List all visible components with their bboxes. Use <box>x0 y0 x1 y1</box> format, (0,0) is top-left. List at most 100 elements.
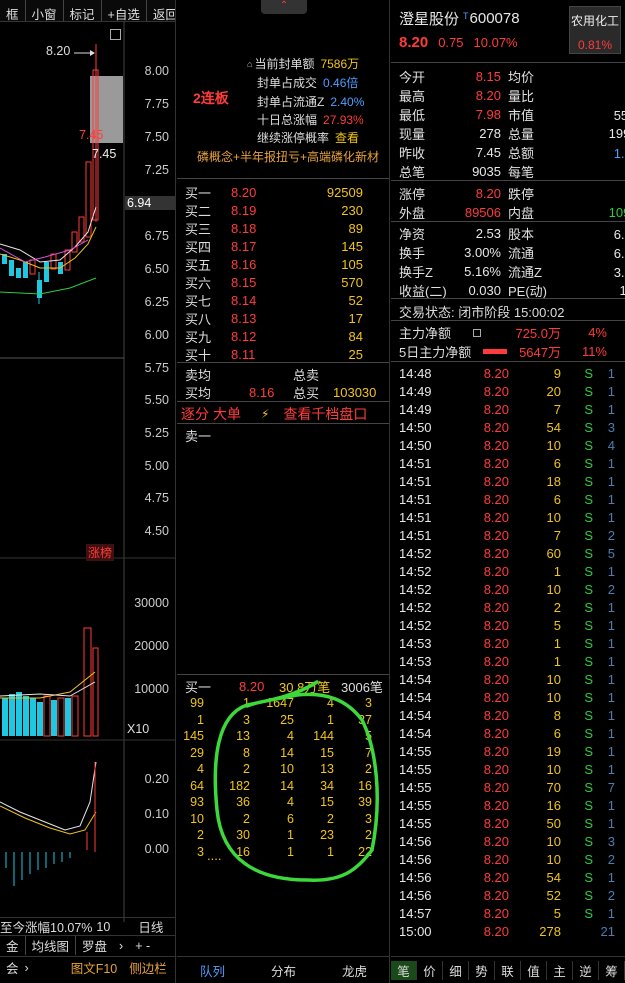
bid-row[interactable]: 买八 8.13 17 <box>185 309 363 328</box>
trade-volume: 10 <box>546 581 561 597</box>
bid-row[interactable]: 买九 8.12 84 <box>185 327 363 346</box>
collapse-up-icon[interactable]: ⌃ <box>261 0 307 14</box>
limit-up-badge[interactable]: 涨榜 <box>86 544 115 561</box>
quote-tab[interactable]: 筹 <box>599 960 625 980</box>
trade-volume: 7 <box>553 401 561 417</box>
quote-tab[interactable]: 逆 <box>573 960 599 980</box>
thousand-level-link[interactable]: 查看千档盘口 <box>283 404 367 424</box>
price-change-pct: 10.07% <box>473 35 518 50</box>
bid-row[interactable]: 买七 8.14 52 <box>185 291 363 310</box>
quote-tab[interactable]: 笔 <box>391 960 417 980</box>
trade-side: S <box>584 851 593 867</box>
quote-tab[interactable]: 细 <box>443 960 469 980</box>
trade-side: S <box>584 581 593 597</box>
quote-tab[interactable]: 价 <box>417 960 443 980</box>
bid-level-label: 买四 <box>185 240 212 255</box>
ten-day-row: 十日总涨幅 27.93% <box>257 111 364 128</box>
seal-ratio-value: 0.46倍 <box>323 76 359 90</box>
cont-prob-link[interactable]: 查看 <box>335 129 359 146</box>
trade-row: 14:50 8.20 54 S 3 <box>391 418 625 436</box>
trade-count: 21 <box>600 923 615 939</box>
tab-by-minute[interactable]: 逐分 <box>181 404 209 424</box>
stat-value: 55.5亿 <box>613 108 625 123</box>
tab-ma-chart[interactable]: 均线图 <box>24 936 76 955</box>
trade-count: 3 <box>607 419 615 435</box>
bid-row[interactable]: 买六 8.15 570 <box>185 273 363 292</box>
trade-row: 14:54 8.20 6 S 1 <box>391 724 625 742</box>
tab-distribution[interactable]: 分布 <box>271 961 296 980</box>
restore-icon[interactable] <box>110 29 121 40</box>
bid-volume: 145 <box>341 239 363 254</box>
total-ask-label: 总卖 <box>293 368 320 383</box>
bid-volume: 570 <box>341 275 363 290</box>
stat-item: 每笔 22.0 <box>508 162 625 181</box>
quote-bottom-tabs: 笔价细势联值主逆筹 <box>391 956 625 983</box>
trade-row: 14:55 8.20 50 S 1 <box>391 814 625 832</box>
bid-row[interactable]: 买二 8.19 230 <box>185 201 363 220</box>
quote-tab[interactable]: 联 <box>495 960 521 980</box>
tab-compass[interactable]: 罗盘 <box>75 936 113 955</box>
period-selector[interactable]: 日线 <box>138 917 163 936</box>
toolbar-add-watchlist[interactable]: +自选 <box>102 0 147 22</box>
trade-row: 14:52 8.20 5 S 1 <box>391 616 625 634</box>
chevron-right-icon[interactable]: › <box>25 961 29 975</box>
stat-item: 总笔 9035 <box>399 162 501 181</box>
bid-row[interactable]: 买四 8.17 145 <box>185 237 363 256</box>
trade-side: S <box>584 653 593 669</box>
tab-big-order[interactable]: 大单 <box>213 404 241 424</box>
price-axis-tick: 5.75 <box>144 361 169 375</box>
bid-row[interactable]: 买一 8.20 92509 <box>185 183 363 202</box>
trade-row: 14:53 8.20 1 S 1 <box>391 634 625 652</box>
trade-price: 8.20 <box>483 401 509 417</box>
main-net5-value: 5647万 <box>519 345 561 360</box>
trade-volume: 50 <box>546 815 561 831</box>
zoom-buttons[interactable]: + - <box>135 939 150 953</box>
candles <box>2 44 99 304</box>
quote-tab[interactable]: 值 <box>521 960 547 980</box>
price-axis-tick: 7.75 <box>144 97 169 111</box>
trade-side: S <box>584 509 593 525</box>
trade-price: 8.20 <box>483 383 509 399</box>
bid-avg-label: 买均 <box>185 386 212 401</box>
stat-item: 换手Z 5.16% <box>399 262 501 281</box>
chevron-right-icon[interactable]: › <box>119 939 123 953</box>
toolbar-mark[interactable]: 标记 <box>64 0 102 22</box>
toolbar-small-window[interactable]: 小窗 <box>26 0 64 22</box>
industry-box[interactable]: 农用化工 0.81% <box>569 6 621 54</box>
concept-tags[interactable]: 磷概念+半年报扭亏+高端磷化新材 <box>197 148 379 165</box>
toolbar-frame[interactable]: 框 <box>0 0 26 22</box>
trade-side: S <box>584 527 593 543</box>
trade-time: 14:55 <box>399 761 432 777</box>
quote-tab[interactable]: 主 <box>547 960 573 980</box>
trade-price: 8.20 <box>483 617 509 633</box>
stat-label: 总笔 <box>399 165 426 180</box>
trade-row: 14:51 8.20 18 S 1 <box>391 472 625 490</box>
info-icon[interactable] <box>473 328 481 337</box>
price-axis-tick: 6.25 <box>144 295 169 309</box>
trade-count: 1 <box>607 869 615 885</box>
tab-dragon-tiger[interactable]: 龙虎 <box>342 961 367 980</box>
toolbar-back[interactable]: 返回 <box>147 0 175 22</box>
tab-queue[interactable]: 队列 <box>200 961 225 980</box>
trade-row: 14:55 8.20 16 S 1 <box>391 796 625 814</box>
main-net5-pct: 11% <box>581 344 607 359</box>
trade-count: 1 <box>607 599 615 615</box>
volume-unit: X10 <box>127 722 150 736</box>
tab-hui[interactable]: 会 <box>0 958 25 977</box>
tab-sidebar[interactable]: 侧边栏 <box>123 958 173 977</box>
trade-side: S <box>584 671 593 687</box>
quote-panel: 澄星股份 T 600078 8.20 0.75 10.07% 农用化工 0.81… <box>391 0 625 983</box>
trade-time: 14:54 <box>399 689 432 705</box>
bid-row[interactable]: 买三 8.18 89 <box>185 219 363 238</box>
stat-label: 总额 <box>508 146 535 161</box>
quote-tab[interactable]: 势 <box>469 960 495 980</box>
trade-volume: 10 <box>546 833 561 849</box>
trade-count: 1 <box>607 797 615 813</box>
bid-level-label: 买八 <box>185 312 212 327</box>
trade-time: 14:51 <box>399 455 432 471</box>
bid-row[interactable]: 买五 8.16 105 <box>185 255 363 274</box>
trade-count: 2 <box>607 527 615 543</box>
trade-row: 14:48 8.20 9 S 1 <box>391 364 625 382</box>
tab-f10[interactable]: 图文F10 <box>65 958 124 977</box>
tab-gold[interactable]: 金 <box>0 936 25 955</box>
